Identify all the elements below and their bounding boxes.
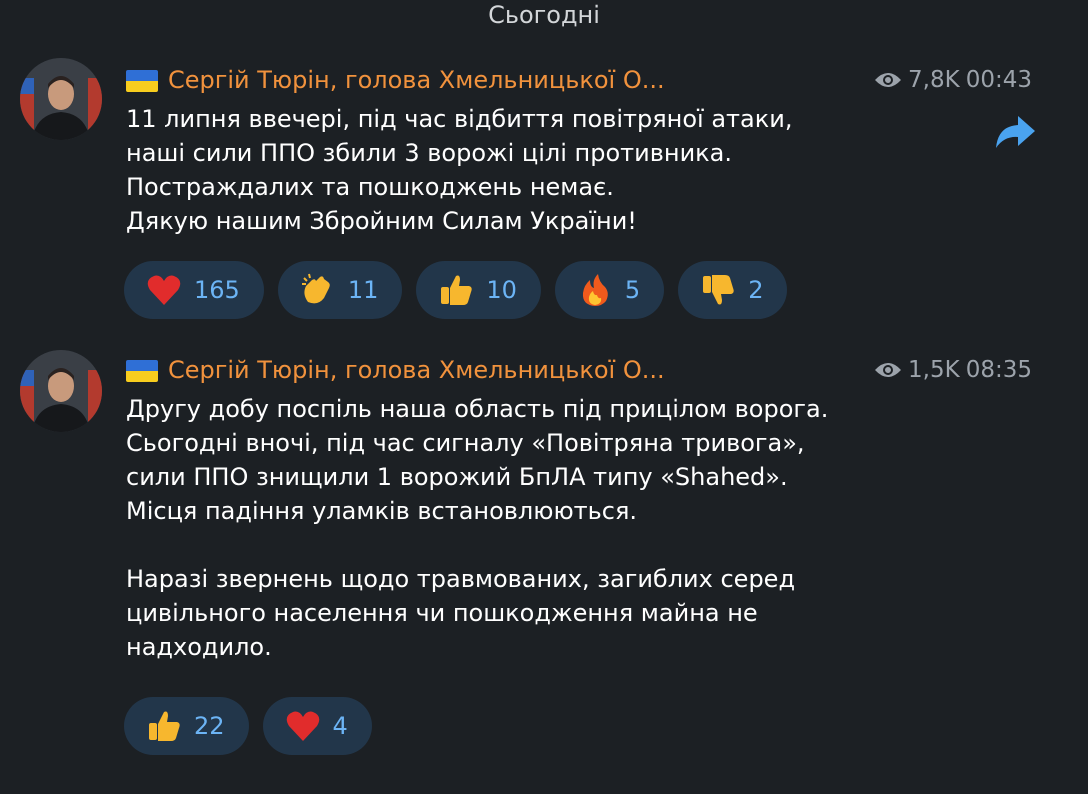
reaction-heart[interactable]: 165 — [124, 261, 264, 319]
author-name[interactable]: Сергій Тюрін, голова Хмельницької О... — [168, 64, 665, 96]
reaction-clap[interactable]: 11 — [277, 261, 403, 319]
author-name[interactable]: Сергій Тюрін, голова Хмельницької О... — [168, 354, 665, 386]
reaction-fire[interactable]: 5 — [554, 261, 665, 319]
view-count: 1,5K — [908, 357, 960, 383]
reaction-thumbs-up[interactable]: 22 — [124, 697, 249, 755]
fire-icon — [582, 274, 608, 306]
avatar[interactable] — [20, 350, 102, 432]
message-header: Сергій Тюрін, голова Хмельницької О... 7… — [126, 64, 1066, 96]
message-header: Сергій Тюрін, голова Хмельницької О... 1… — [126, 354, 1066, 386]
eye-icon — [875, 363, 902, 377]
date-separator: Сьогодні — [488, 1, 600, 29]
text-line: Наразі звернень щодо травмованих, загибл… — [126, 565, 796, 593]
text-line: Сьогодні вночі, під час сигналу «Повітря… — [126, 429, 805, 457]
reaction-count: 5 — [624, 276, 641, 304]
text-line: цивільного населення чи пошкодження майн… — [126, 599, 758, 627]
text-line: Дякую нашим Збройним Силам України! — [126, 207, 637, 235]
reaction-count: 22 — [194, 712, 225, 740]
text-line — [126, 528, 1006, 562]
reactions-bar: 22 4 — [124, 697, 372, 755]
reaction-count: 165 — [194, 276, 240, 304]
message-text: 11 липня ввечері, під час відбиття повіт… — [126, 102, 1006, 238]
thumbs-up-icon — [149, 711, 180, 741]
clap-icon — [301, 273, 330, 304]
message-text: Другу добу поспіль наша область під приц… — [126, 392, 1006, 664]
reaction-count: 2 — [748, 276, 764, 304]
text-line: сили ППО знищили 1 ворожий БпЛА типу «Sh… — [126, 463, 788, 491]
message-time: 00:43 — [965, 67, 1032, 93]
text-line: наші сили ППО збили 3 ворожі цілі против… — [126, 139, 733, 167]
reaction-count: 11 — [347, 276, 379, 304]
ukraine-flag-icon — [126, 360, 158, 382]
reaction-heart[interactable]: 4 — [262, 697, 372, 755]
message-meta: 1,5K 08:35 — [874, 354, 1032, 386]
reaction-thumbs-down[interactable]: 2 — [678, 261, 788, 319]
avatar[interactable] — [20, 58, 102, 140]
text-line: Постраждалих та пошкоджень немає. — [126, 173, 614, 201]
text-line: надходило. — [126, 633, 272, 661]
reactions-bar: 165 11 10 5 2 — [124, 261, 788, 319]
reaction-count: 10 — [486, 276, 517, 304]
thumbs-down-icon — [703, 275, 734, 305]
reaction-count: 4 — [332, 712, 348, 740]
heart-icon — [286, 711, 319, 741]
heart-icon — [147, 275, 181, 305]
forward-icon[interactable] — [994, 114, 1036, 150]
reaction-thumbs-up[interactable]: 10 — [416, 261, 541, 319]
text-line: 11 липня ввечері, під час відбиття повіт… — [126, 105, 793, 133]
text-line: Другу добу поспіль наша область під приц… — [126, 395, 829, 423]
text-line: Місця падіння уламків встановлюються. — [126, 497, 638, 525]
view-count: 7,8K — [908, 67, 960, 93]
message-time: 08:35 — [965, 357, 1032, 383]
eye-icon — [875, 73, 902, 87]
message-meta: 7,8K 00:43 — [874, 64, 1032, 96]
ukraine-flag-icon — [126, 70, 158, 92]
thumbs-up-icon — [441, 275, 473, 305]
